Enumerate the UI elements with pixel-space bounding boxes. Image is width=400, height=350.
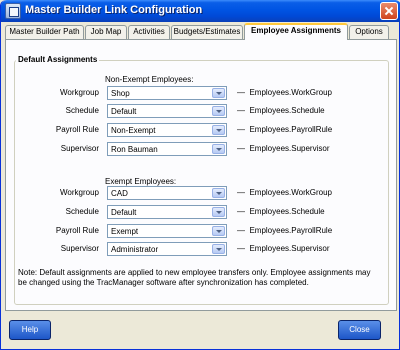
exempt-schedule-label: Schedule <box>65 207 99 216</box>
mapping-text: Employees.WorkGroup <box>249 88 333 97</box>
chevron-down-icon[interactable] <box>212 207 225 217</box>
non-exempt-supervisor-mapping: — Employees.Supervisor <box>237 144 330 153</box>
tab-job-map[interactable]: Job Map <box>85 25 127 39</box>
exempt-heading: Exempt Employees: <box>105 177 177 186</box>
window-title: Master Builder Link Configuration <box>25 4 203 16</box>
exempt-workgroup-label: Workgroup <box>60 188 99 197</box>
app-icon <box>5 3 21 19</box>
chevron-down-icon[interactable] <box>212 88 225 98</box>
non-exempt-payroll-rule-select[interactable]: Non-Exempt <box>107 123 227 137</box>
chevron-down-icon[interactable] <box>212 106 225 116</box>
non-exempt-schedule-mapping: — Employees.Schedule <box>237 106 325 115</box>
exempt-supervisor-label: Supervisor <box>60 244 99 253</box>
chevron-down-icon[interactable] <box>212 226 225 236</box>
tab-options[interactable]: Options <box>349 25 389 39</box>
group-title: Default Assignments <box>16 55 100 64</box>
mapping-text: Employees.PayrollRule <box>249 226 333 235</box>
combo-value: Exempt <box>111 227 139 236</box>
non-exempt-workgroup-mapping: — Employees.WorkGroup <box>237 88 333 97</box>
non-exempt-payroll-rule-mapping: — Employees.PayrollRule <box>237 125 333 134</box>
exempt-supervisor-mapping: — Employees.Supervisor <box>237 244 330 253</box>
combo-value: Administrator <box>111 245 159 254</box>
mapping-text: Employees.Schedule <box>249 207 325 216</box>
non-exempt-schedule-label: Schedule <box>65 106 99 115</box>
non-exempt-workgroup-label: Workgroup <box>60 88 99 97</box>
note-text: Note: Default assignments are applied to… <box>18 268 371 287</box>
combo-value: Non-Exempt <box>111 126 156 135</box>
exempt-workgroup-mapping: — Employees.WorkGroup <box>237 188 333 197</box>
chevron-down-icon[interactable] <box>212 125 225 135</box>
non-exempt-payroll-rule-label: Payroll Rule <box>55 125 99 134</box>
tab-employee-assignments[interactable]: Employee Assignments <box>244 23 348 40</box>
combo-value: Default <box>111 107 137 116</box>
chevron-down-icon[interactable] <box>212 188 225 198</box>
exempt-schedule-select[interactable]: Default <box>107 205 227 219</box>
combo-value: CAD <box>111 189 128 198</box>
non-exempt-supervisor-select[interactable]: Ron Bauman <box>107 142 227 156</box>
exempt-schedule-mapping: — Employees.Schedule <box>237 207 325 216</box>
tab-panel: Default Assignments Non-Exempt Employees… <box>5 39 397 311</box>
help-button[interactable]: Help <box>9 320 51 340</box>
exempt-payroll-rule-mapping: — Employees.PayrollRule <box>237 226 333 235</box>
chevron-down-icon[interactable] <box>212 144 225 154</box>
combo-value: Ron Bauman <box>111 145 158 154</box>
tab-activities[interactable]: Activities <box>128 25 170 39</box>
non-exempt-schedule-select[interactable]: Default <box>107 104 227 118</box>
exempt-supervisor-select[interactable]: Administrator <box>107 242 227 256</box>
mapping-text: Employees.Supervisor <box>249 144 330 153</box>
mapping-text: Employees.PayrollRule <box>249 125 333 134</box>
dialog-window: Master Builder Link Configuration Master… <box>0 0 400 350</box>
mapping-text: Employees.Schedule <box>249 106 325 115</box>
title-bar[interactable]: Master Builder Link Configuration <box>1 0 400 22</box>
chevron-down-icon[interactable] <box>212 244 225 254</box>
combo-value: Shop <box>111 89 130 98</box>
mapping-text: Employees.WorkGroup <box>249 188 333 197</box>
non-exempt-workgroup-select[interactable]: Shop <box>107 86 227 100</box>
mapping-text: Employees.Supervisor <box>249 244 330 253</box>
tab-master-builder-path[interactable]: Master Builder Path <box>5 25 84 39</box>
exempt-workgroup-select[interactable]: CAD <box>107 186 227 200</box>
combo-value: Default <box>111 208 137 217</box>
non-exempt-supervisor-label: Supervisor <box>60 144 99 153</box>
exempt-payroll-rule-select[interactable]: Exempt <box>107 224 227 238</box>
non-exempt-heading: Non-Exempt Employees: <box>105 75 194 84</box>
tab-budgets-estimates[interactable]: Budgets/Estimates <box>171 25 243 39</box>
exempt-payroll-rule-label: Payroll Rule <box>55 226 99 235</box>
close-window-icon[interactable] <box>380 2 398 20</box>
close-button[interactable]: Close <box>338 320 381 340</box>
